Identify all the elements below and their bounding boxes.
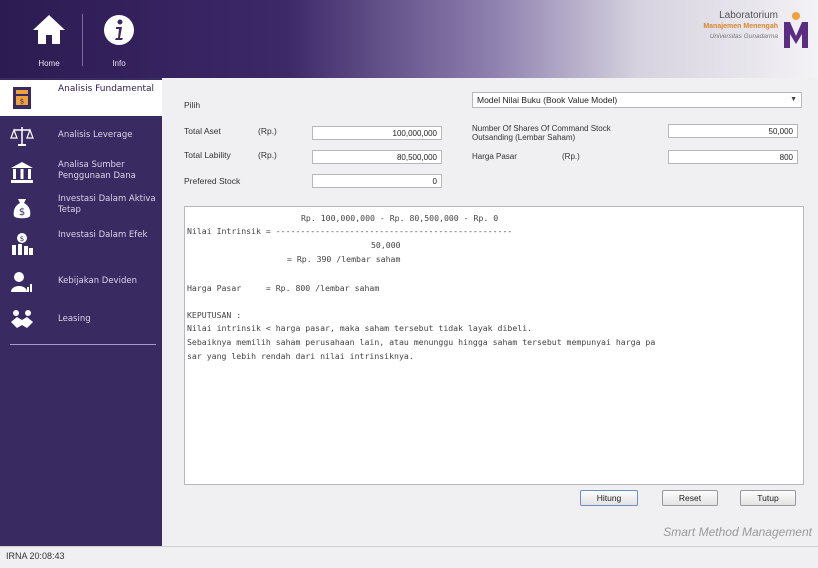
info-button[interactable]: Info xyxy=(92,6,146,72)
bank-icon xyxy=(11,162,33,183)
result-line: Nilai Intrinsik = ----------------------… xyxy=(187,226,513,236)
sidebar-item-label: Investasi Dalam Aktiva Tetap xyxy=(58,194,156,215)
lab-subtitle: Manajemen Menengah xyxy=(703,23,778,30)
result-line: Rp. 100,000,000 - Rp. 80,500,000 - Rp. 0 xyxy=(301,213,499,223)
sidebar-item-label: Investasi Dalam Efek xyxy=(58,230,148,240)
result-line: Nilai intrinsik < harga pasar, maka saha… xyxy=(187,323,533,333)
sidebar-item-label: Analisis Fundamental xyxy=(58,84,154,94)
total-liability-input[interactable]: 80,500,000 xyxy=(312,150,442,164)
sidebar-item-label: Analisa Sumber Penggunaan Dana xyxy=(58,160,136,181)
status-bar: IRNA 20:08:43 xyxy=(0,546,818,568)
brand-signature: Smart Method Management xyxy=(663,525,812,539)
total-liability-unit: (Rp.) xyxy=(258,150,277,160)
sidebar-item-label: Analisis Leverage xyxy=(58,130,133,140)
reset-button[interactable]: Reset xyxy=(662,490,718,506)
prefered-stock-input[interactable]: 0 xyxy=(312,174,442,188)
app-header: Home Info Laboratorium Manajemen Menenga… xyxy=(0,0,818,78)
scales-icon xyxy=(10,127,34,146)
harga-pasar-unit: (Rp.) xyxy=(562,152,580,161)
header-divider xyxy=(82,14,83,66)
sidebar-item-kebijakan-deviden[interactable]: Kebijakan Deviden xyxy=(0,264,162,300)
shares-label-line1: Number Of Shares Of Command Stock xyxy=(472,124,611,133)
sidebar: $ Analisis Fundamental Analisis Leverage… xyxy=(0,78,162,546)
harga-pasar-input[interactable]: 800 xyxy=(668,150,798,164)
sidebar-item-label: Kebijakan Deviden xyxy=(58,276,137,286)
prefered-stock-label: Prefered Stock xyxy=(184,176,241,186)
pilih-label: Pilih xyxy=(184,100,201,110)
home-icon xyxy=(33,15,65,44)
result-line: Harga Pasar = Rp. 800 /lembar saham xyxy=(187,283,380,293)
harga-pasar-label: Harga Pasar xyxy=(472,152,517,161)
shares-input[interactable]: 50,000 xyxy=(668,124,798,138)
result-line: KEPUTUSAN : xyxy=(187,310,242,320)
result-textarea[interactable]: Rp. 100,000,000 - Rp. 80,500,000 - Rp. 0… xyxy=(184,206,804,485)
result-line: sar yang lebih rendah dari nilai intrins… xyxy=(187,351,414,361)
sidebar-item-investasi-aktiva[interactable]: $ Investasi Dalam Aktiva Tetap xyxy=(0,190,162,226)
svg-text:$: $ xyxy=(20,235,24,243)
sidebar-item-investasi-efek[interactable]: $ Investasi Dalam Efek xyxy=(0,226,162,262)
ledger-icon: $ xyxy=(10,86,34,110)
sidebar-item-analisis-fundamental[interactable]: $ Analisis Fundamental xyxy=(0,80,162,116)
model-select-value: Model Nilai Buku (Book Value Model) xyxy=(477,95,618,105)
building-coin-icon: $ xyxy=(12,233,33,255)
home-label: Home xyxy=(38,59,60,68)
model-select[interactable]: Model Nilai Buku (Book Value Model) ▼ xyxy=(472,92,802,108)
info-icon xyxy=(104,15,134,45)
lab-title: Laboratorium xyxy=(719,10,778,21)
handshake-icon xyxy=(11,310,33,328)
main-panel: Pilih Model Nilai Buku (Book Value Model… xyxy=(162,78,818,546)
svg-text:$: $ xyxy=(19,207,25,218)
status-text: IRNA 20:08:43 xyxy=(6,551,65,561)
sidebar-item-analisa-sumber[interactable]: Analisa Sumber Penggunaan Dana xyxy=(0,154,162,190)
lab-university: Universitas Gunadarma xyxy=(709,33,778,40)
total-liability-label: Total Lability xyxy=(184,150,231,160)
lab-logo-icon xyxy=(784,12,808,48)
sidebar-item-analisis-leverage[interactable]: Analisis Leverage xyxy=(0,118,162,154)
home-button[interactable]: Home xyxy=(22,6,76,72)
svg-text:$: $ xyxy=(20,98,24,106)
tutup-button[interactable]: Tutup xyxy=(740,490,796,506)
chevron-down-icon: ▼ xyxy=(790,96,797,103)
sidebar-item-label: Leasing xyxy=(58,314,91,324)
total-aset-label: Total Aset xyxy=(184,126,221,136)
sidebar-divider xyxy=(10,344,156,345)
hitung-button[interactable]: Hitung xyxy=(580,490,638,506)
total-aset-input[interactable]: 100,000,000 xyxy=(312,126,442,140)
moneybag-icon: $ xyxy=(13,199,31,219)
info-label: Info xyxy=(112,59,126,68)
user-chart-icon xyxy=(11,272,32,292)
result-line: = Rp. 390 /lembar saham xyxy=(287,254,401,264)
sidebar-item-leasing[interactable]: Leasing xyxy=(0,302,162,338)
shares-label: Number Of Shares Of Command Stock Outsan… xyxy=(472,124,611,142)
result-line: Sebaiknya memilih saham perusahaan lain,… xyxy=(187,337,656,347)
result-line: 50,000 xyxy=(371,240,401,250)
shares-label-line2: Outsanding (Lembar Saham) xyxy=(472,133,576,142)
total-aset-unit: (Rp.) xyxy=(258,126,277,136)
